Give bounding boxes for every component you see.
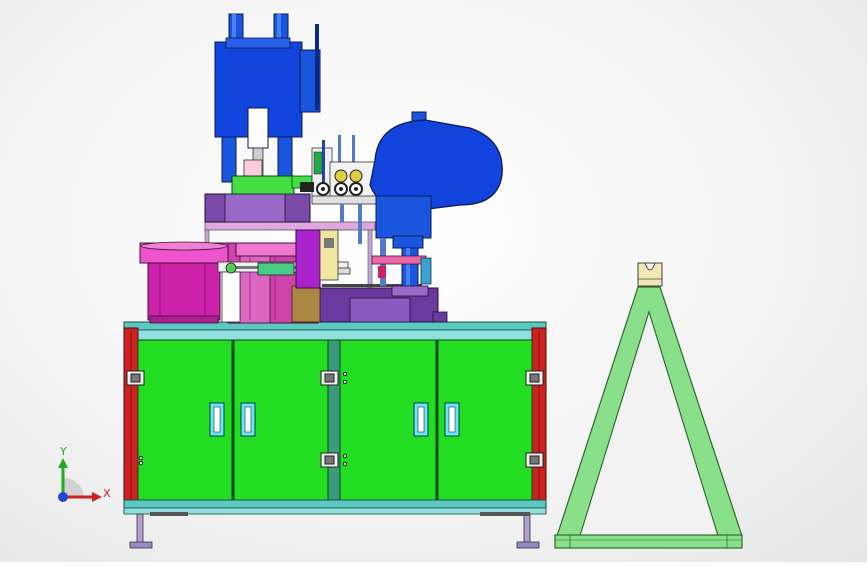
cad-model-drawing: Y X: [58, 13, 743, 549]
right-press-unit[interactable]: [369, 111, 503, 297]
leveling-feet: [129, 512, 540, 549]
cad-viewport[interactable]: Y X: [0, 0, 867, 562]
left-press-unit[interactable]: [214, 13, 321, 195]
z-axis-dot: [58, 492, 68, 502]
a-frame-stand[interactable]: [554, 262, 743, 549]
x-axis-label: X: [103, 487, 111, 500]
cabinet-base[interactable]: [123, 321, 547, 515]
axis-triad: Y X: [58, 445, 111, 502]
y-axis-label: Y: [59, 445, 67, 458]
